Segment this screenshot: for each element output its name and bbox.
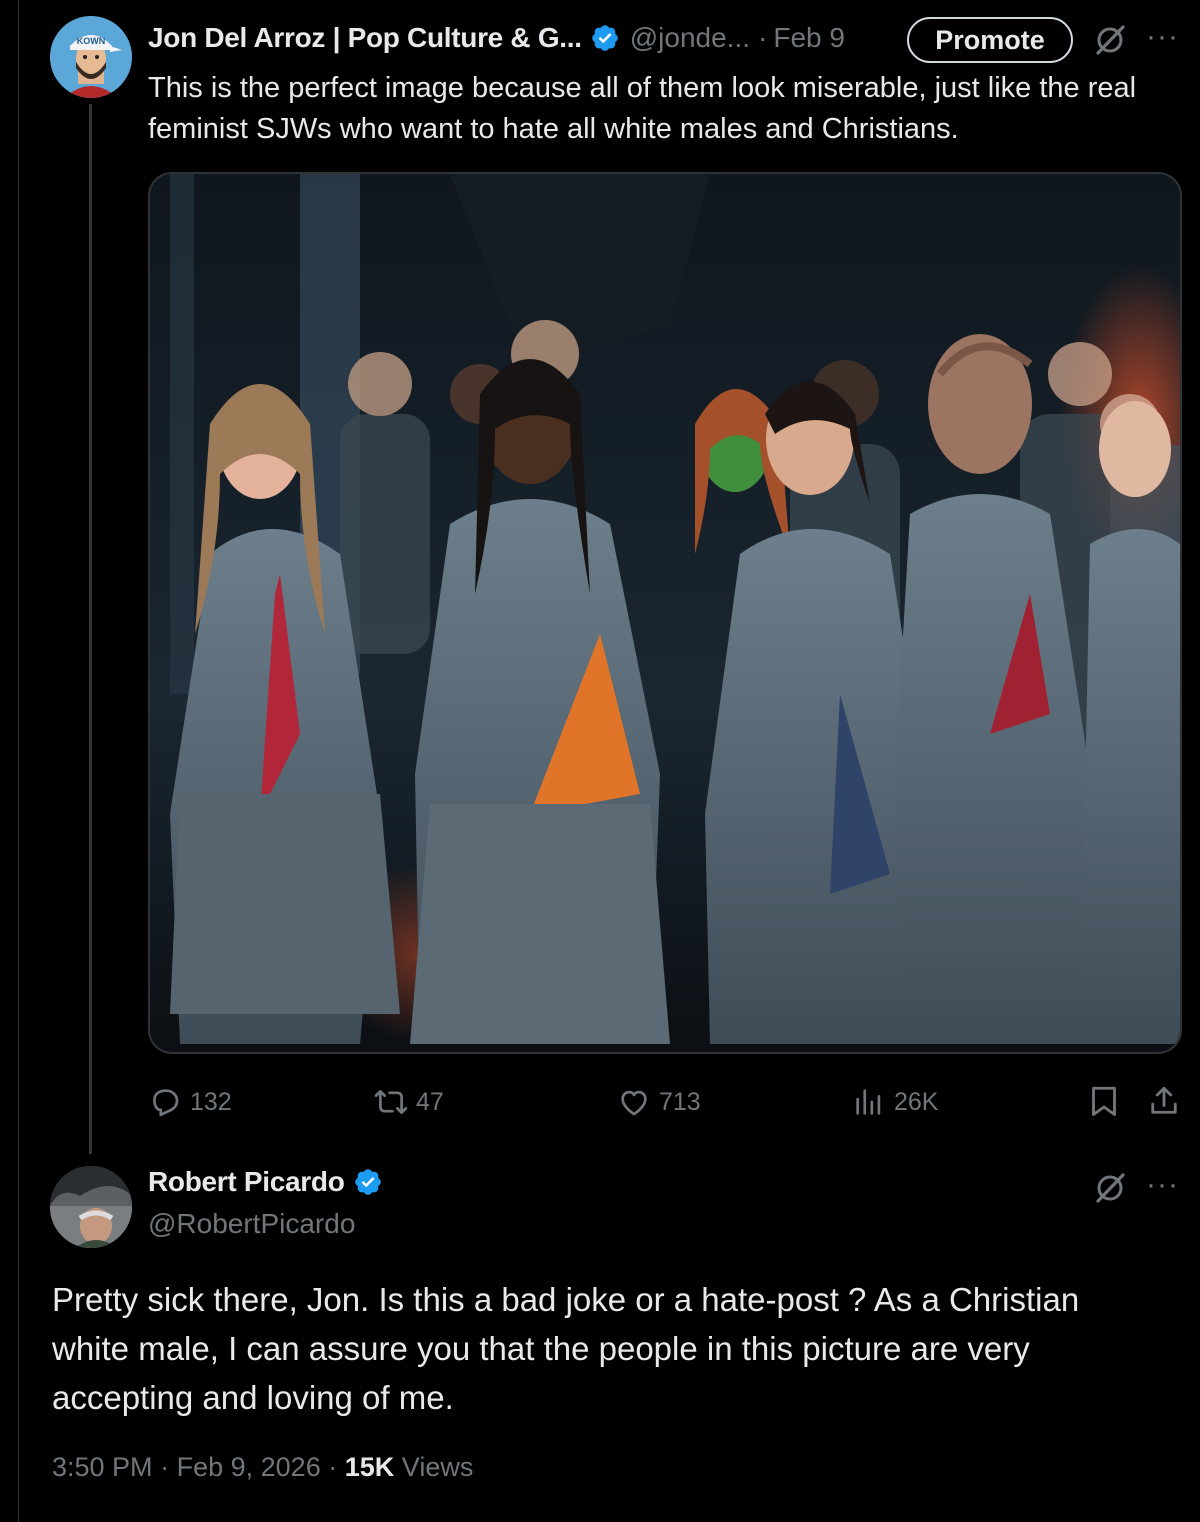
repost-icon	[374, 1090, 408, 1114]
reply-author-display-name[interactable]: Robert Picardo	[148, 1166, 345, 1198]
reply-author-handle[interactable]: @RobertPicardo	[148, 1208, 355, 1240]
reply-author-avatar[interactable]	[50, 1166, 132, 1248]
like-count: 713	[659, 1087, 701, 1116]
bookmark-icon[interactable]	[1086, 1083, 1122, 1119]
views-chart-icon	[856, 1089, 881, 1115]
reply-avatar-illustration	[50, 1166, 132, 1248]
reply-views-label: Views	[401, 1452, 474, 1482]
column-border	[18, 0, 19, 1522]
repost-count: 47	[416, 1087, 444, 1116]
avatar-cap-text: KOWN	[77, 36, 106, 46]
verified-badge-icon[interactable]	[590, 23, 620, 53]
like-action[interactable]: 713	[617, 1082, 701, 1122]
views-action[interactable]: 26K	[852, 1082, 938, 1122]
more-icon[interactable]: ···	[1146, 20, 1179, 54]
views-count: 26K	[894, 1087, 939, 1116]
author-handle[interactable]: @jonde...	[630, 22, 750, 54]
heart-icon	[621, 1090, 647, 1116]
reply-action[interactable]: 132	[148, 1082, 232, 1122]
reply-views-count[interactable]: 15K	[345, 1452, 395, 1482]
reply-date[interactable]: Feb 9, 2026	[177, 1452, 321, 1482]
post-detail-page: KOWN Jon Del Arroz | Pop Culture & G... …	[0, 0, 1200, 1522]
tweet-image[interactable]	[148, 172, 1182, 1054]
separator-dot: ·	[328, 1452, 338, 1482]
verified-badge-icon[interactable]	[353, 1167, 383, 1197]
author-display-name[interactable]: Jon Del Arroz | Pop Culture & G...	[148, 22, 582, 54]
separator-dot: ·	[758, 22, 768, 53]
tweet-date[interactable]: Feb 9	[773, 22, 845, 54]
tweet-photo-illustration	[150, 174, 1180, 1052]
reply-text: Pretty sick there, Jon. Is this a bad jo…	[52, 1281, 1080, 1416]
repost-action[interactable]: 47	[374, 1082, 444, 1122]
reply-icon	[153, 1089, 179, 1117]
reply-time[interactable]: 3:50 PM	[52, 1452, 153, 1482]
promote-button[interactable]: Promote	[907, 17, 1073, 63]
reply-header: Robert Picardo	[148, 1166, 393, 1198]
grok-icon[interactable]	[1092, 22, 1128, 58]
more-icon[interactable]: ···	[1146, 1168, 1179, 1202]
separator-dot: ·	[160, 1452, 170, 1482]
thread-connector-line	[89, 104, 92, 1154]
tweet-text: This is the perfect image because all of…	[148, 72, 1137, 145]
grok-icon[interactable]	[1092, 1170, 1128, 1206]
share-icon[interactable]	[1146, 1083, 1182, 1119]
reply-meta: 3:50 PM · Feb 9, 2026 · 15K Views	[52, 1452, 473, 1483]
reply-count: 132	[190, 1087, 232, 1116]
avatar-illustration: KOWN	[50, 16, 132, 98]
author-avatar[interactable]: KOWN	[50, 16, 132, 98]
tweet-header: Jon Del Arroz | Pop Culture & G... @jond…	[148, 16, 845, 60]
